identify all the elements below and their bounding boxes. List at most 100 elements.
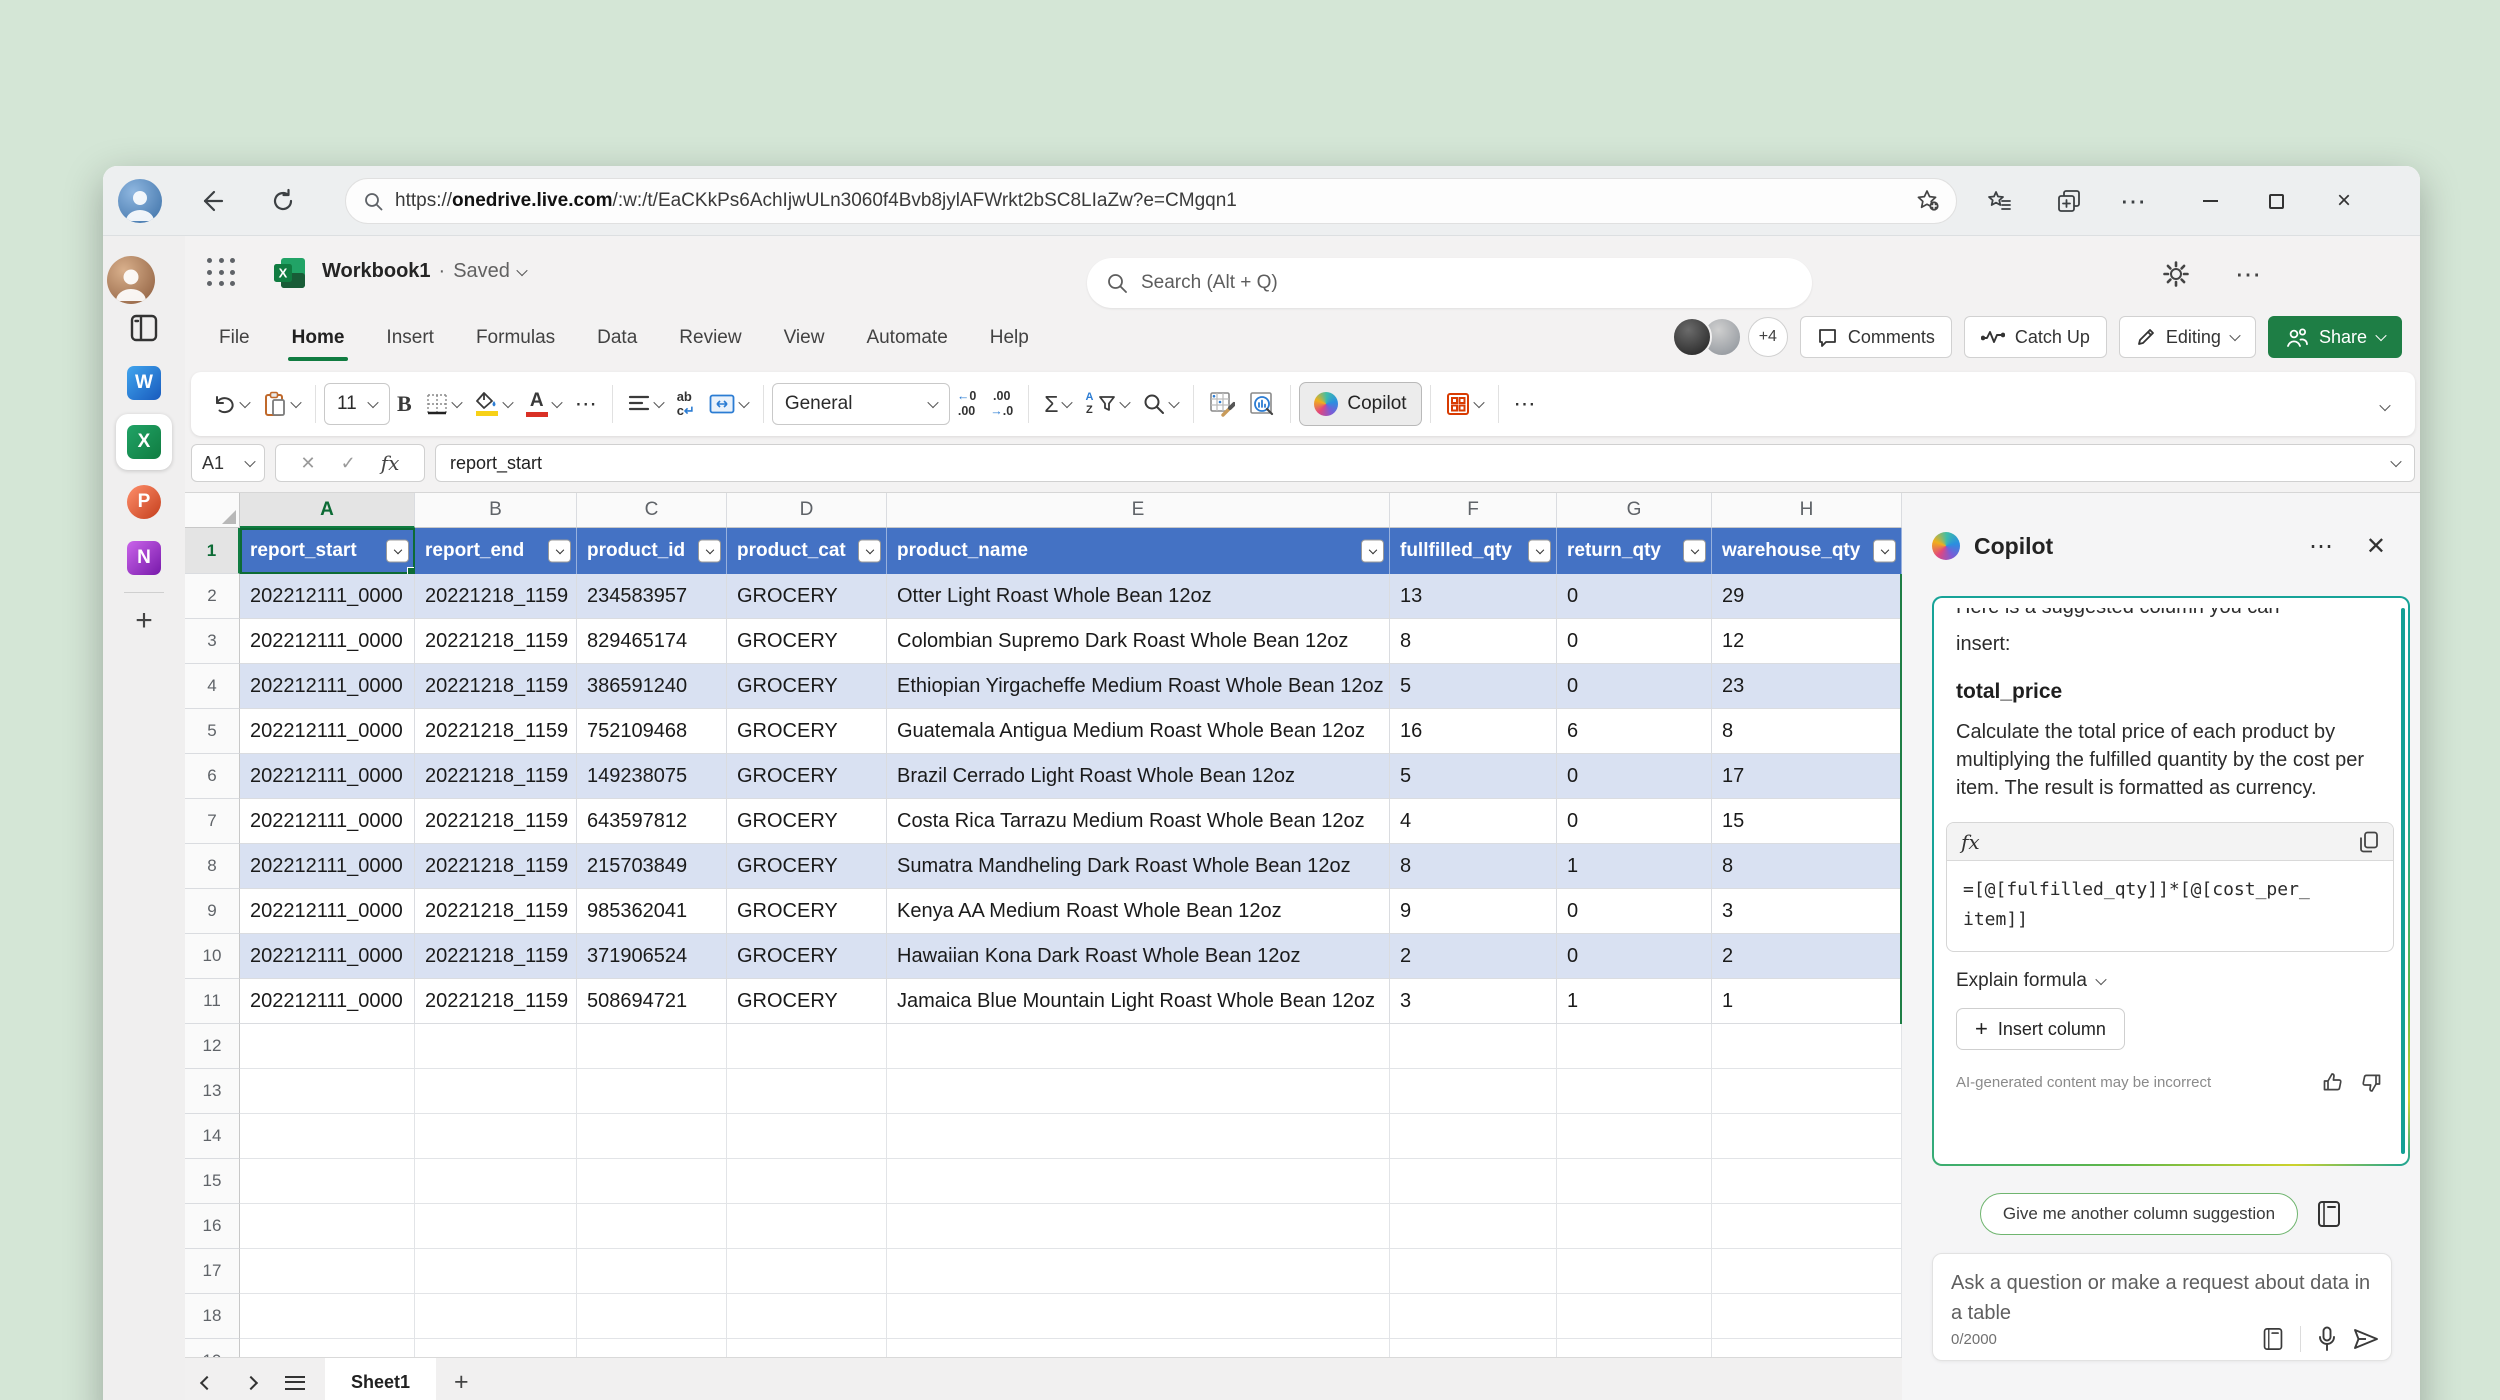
collapse-ribbon-icon[interactable] [2379, 398, 2391, 416]
copilot-menu-icon[interactable]: ⋯ [2309, 532, 2334, 561]
cell-D5[interactable]: GROCERY [727, 709, 887, 754]
app-launcher-icon[interactable] [207, 258, 237, 288]
cell-D2[interactable]: GROCERY [727, 574, 887, 619]
filter-dropdown-icon[interactable] [1873, 539, 1896, 563]
cell-H2[interactable]: 29 [1712, 574, 1902, 619]
cell-B2[interactable]: 20221218_1159 [415, 574, 577, 619]
all-sheets-icon[interactable] [273, 1375, 317, 1390]
card-scrollbar[interactable] [2401, 608, 2405, 1154]
cell-E12[interactable] [887, 1024, 1390, 1069]
column-header-F[interactable]: F [1390, 493, 1557, 528]
cell-H6[interactable]: 17 [1712, 754, 1902, 799]
cell-E3[interactable]: Colombian Supremo Dark Roast Whole Bean … [887, 619, 1390, 664]
insert-function-icon[interactable]: fx [381, 451, 400, 475]
cell-G16[interactable] [1557, 1204, 1712, 1249]
cell-C14[interactable] [577, 1114, 727, 1159]
cell-D6[interactable]: GROCERY [727, 754, 887, 799]
cell-F4[interactable]: 5 [1390, 664, 1557, 709]
column-header-H[interactable]: H [1712, 493, 1902, 528]
table-header-cell-return_qty[interactable]: return_qty [1557, 528, 1712, 574]
cell-G13[interactable] [1557, 1069, 1712, 1114]
cell-G12[interactable] [1557, 1024, 1712, 1069]
maximize-button[interactable] [2261, 188, 2291, 214]
next-sheet-icon[interactable] [229, 1375, 273, 1390]
cell-A17[interactable] [240, 1249, 415, 1294]
analyze-data-button[interactable] [1242, 381, 1282, 427]
cell-F10[interactable]: 2 [1390, 934, 1557, 979]
tab-insert[interactable]: Insert [384, 321, 436, 355]
send-icon[interactable] [2353, 1327, 2379, 1351]
cell-A2[interactable]: 202212111_0000 [240, 574, 415, 619]
cell-H19[interactable] [1712, 1339, 1902, 1357]
copilot-close-icon[interactable]: ✕ [2366, 532, 2386, 561]
row-header-11[interactable]: 11 [185, 979, 240, 1024]
back-button[interactable] [193, 183, 229, 219]
cell-F14[interactable] [1390, 1114, 1557, 1159]
cell-F12[interactable] [1390, 1024, 1557, 1069]
cell-F15[interactable] [1390, 1159, 1557, 1204]
cell-F9[interactable]: 9 [1390, 889, 1557, 934]
editing-mode-button[interactable]: Editing [2118, 316, 2256, 358]
cell-F18[interactable] [1390, 1294, 1557, 1339]
wrap-text-button[interactable]: ab c↵ [670, 381, 702, 427]
cell-F2[interactable]: 13 [1390, 574, 1557, 619]
filter-dropdown-icon[interactable] [1528, 539, 1551, 563]
cell-A10[interactable]: 202212111_0000 [240, 934, 415, 979]
cell-G15[interactable] [1557, 1159, 1712, 1204]
cell-B15[interactable] [415, 1159, 577, 1204]
table-header-cell-product_cat[interactable]: product_cat [727, 528, 887, 574]
cell-C12[interactable] [577, 1024, 727, 1069]
add-favorite-icon[interactable] [1916, 189, 1940, 213]
cell-D12[interactable] [727, 1024, 887, 1069]
refresh-button[interactable] [265, 183, 301, 219]
cell-A13[interactable] [240, 1069, 415, 1114]
cell-H4[interactable]: 23 [1712, 664, 1902, 709]
row-header-12[interactable]: 12 [185, 1024, 240, 1069]
favorites-icon[interactable] [1983, 186, 2015, 216]
spreadsheet-grid[interactable]: A B C D E F G H 1 report_start report_end product_i… [185, 493, 1902, 1357]
filter-dropdown-icon[interactable] [548, 539, 571, 563]
collaborator-avatar[interactable] [1671, 317, 1712, 357]
cell-H8[interactable]: 8 [1712, 844, 1902, 889]
table-header-cell-report_end[interactable]: report_end [415, 528, 577, 574]
cell-G14[interactable] [1557, 1114, 1712, 1159]
cell-E15[interactable] [887, 1159, 1390, 1204]
cell-G18[interactable] [1557, 1294, 1712, 1339]
cell-D16[interactable] [727, 1204, 887, 1249]
document-title[interactable]: Workbook1 · Saved [322, 260, 528, 283]
cell-C4[interactable]: 386591240 [577, 664, 727, 709]
cell-A18[interactable] [240, 1294, 415, 1339]
cell-D18[interactable] [727, 1294, 887, 1339]
cell-G4[interactable]: 0 [1557, 664, 1712, 709]
cell-D17[interactable] [727, 1249, 887, 1294]
row-header-4[interactable]: 4 [185, 664, 240, 709]
cell-F6[interactable]: 5 [1390, 754, 1557, 799]
fill-color-button[interactable] [468, 381, 519, 427]
catch-up-button[interactable]: Catch Up [1963, 316, 2107, 358]
copy-formula-icon[interactable] [2359, 831, 2379, 853]
increase-decimal-button[interactable]: .00 →.0 [983, 381, 1020, 427]
add-app-button[interactable]: + [103, 604, 185, 638]
cell-C13[interactable] [577, 1069, 727, 1114]
cell-A15[interactable] [240, 1159, 415, 1204]
borders-button[interactable] [419, 381, 468, 427]
close-button[interactable]: × [2329, 188, 2359, 214]
cell-D7[interactable]: GROCERY [727, 799, 887, 844]
cell-H17[interactable] [1712, 1249, 1902, 1294]
cell-F11[interactable]: 3 [1390, 979, 1557, 1024]
cell-H7[interactable]: 15 [1712, 799, 1902, 844]
cell-C2[interactable]: 234583957 [577, 574, 727, 619]
cell-C5[interactable]: 752109468 [577, 709, 727, 754]
tab-help[interactable]: Help [988, 321, 1031, 355]
column-header-E[interactable]: E [887, 493, 1390, 528]
bold-button[interactable]: B [390, 381, 419, 427]
format-as-table-button[interactable] [1202, 381, 1242, 427]
row-header-9[interactable]: 9 [185, 889, 240, 934]
cell-A4[interactable]: 202212111_0000 [240, 664, 415, 709]
settings-gear-icon[interactable] [2158, 256, 2194, 292]
cell-C6[interactable]: 149238075 [577, 754, 727, 799]
collaborator-overflow-badge[interactable]: +4 [1747, 317, 1788, 357]
formula-input[interactable]: report_start [435, 444, 2415, 482]
cell-G11[interactable]: 1 [1557, 979, 1712, 1024]
suggestion-pill-button[interactable]: Give me another column suggestion [1979, 1193, 2299, 1235]
